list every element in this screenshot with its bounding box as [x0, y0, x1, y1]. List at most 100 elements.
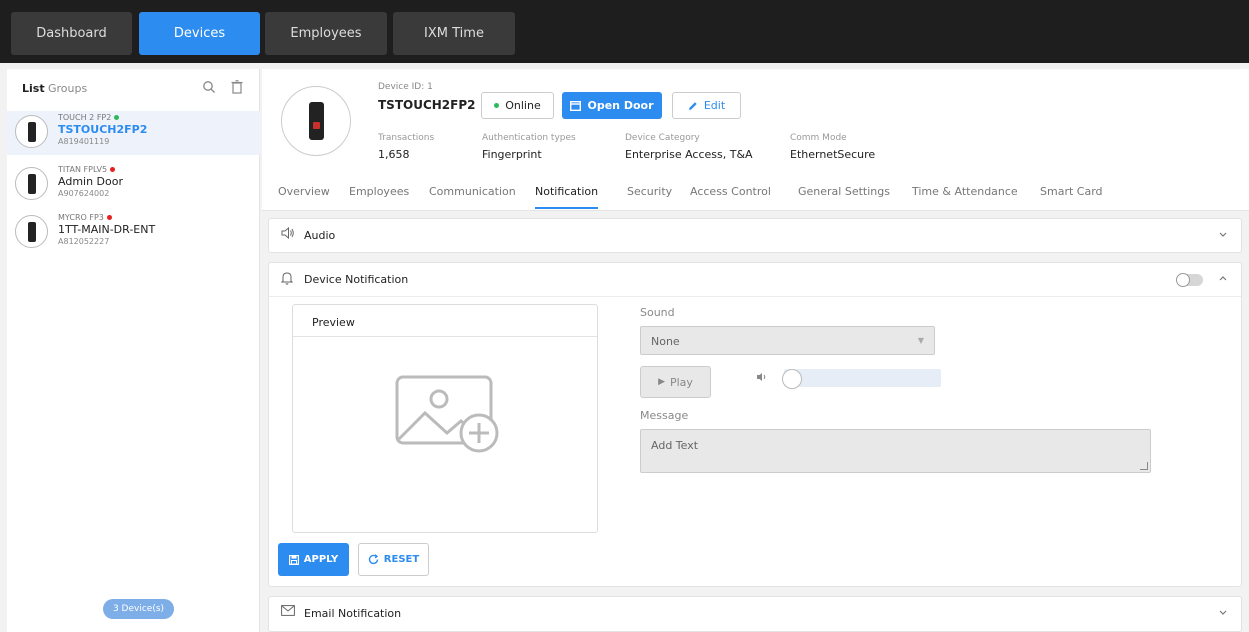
email-notification-panel: Email Notification	[268, 596, 1242, 632]
device-thumbnail	[15, 215, 48, 248]
device-category-value: Enterprise Access, T&A	[625, 148, 753, 161]
reset-button[interactable]: RESET	[358, 543, 429, 576]
device-notification-title: Device Notification	[304, 273, 409, 286]
nav-ixm-time[interactable]: IXM Time	[393, 12, 515, 55]
device-list-item[interactable]: MYCRO FP3 1TT-MAIN-DR-ENT A812052227	[7, 211, 260, 255]
message-placeholder: Add Text	[651, 439, 699, 452]
comm-mode-value: EthernetSecure	[790, 148, 876, 161]
device-category-label: Device Category	[625, 133, 700, 143]
device-image	[281, 86, 351, 156]
audio-panel-title: Audio	[304, 229, 336, 242]
auth-types-value: Fingerprint	[482, 148, 542, 161]
device-id-label: Device ID: 1	[378, 82, 433, 92]
message-label: Message	[640, 409, 689, 422]
volume-icon	[756, 372, 768, 385]
device-serial: A812052227	[58, 237, 110, 246]
device-count-badge: 3 Device(s)	[103, 599, 174, 619]
audio-panel: Audio	[268, 218, 1242, 253]
nav-devices[interactable]: Devices	[139, 12, 260, 55]
chevron-up-icon[interactable]	[1219, 273, 1227, 284]
tab-communication[interactable]: Communication	[429, 185, 516, 209]
apply-label: APPLY	[303, 554, 339, 565]
edit-button[interactable]: Edit	[672, 92, 741, 119]
device-name: TSTOUCH2FP2	[58, 123, 148, 136]
status-online-button[interactable]: Online	[481, 92, 554, 119]
status-online-dot	[114, 115, 120, 120]
email-notification-title: Email Notification	[304, 607, 402, 620]
open-door-label: Open Door	[587, 99, 654, 112]
device-name: Admin Door	[58, 175, 124, 188]
play-icon: ▶	[658, 377, 665, 387]
email-notification-header[interactable]: Email Notification	[269, 597, 1241, 631]
nav-dashboard[interactable]: Dashboard	[11, 12, 132, 55]
top-nav: Dashboard Devices Employees IXM Time	[0, 0, 1249, 63]
device-notification-header[interactable]: Device Notification	[269, 263, 1241, 297]
device-thumbnail	[15, 167, 48, 200]
play-button[interactable]: ▶ Play	[640, 366, 711, 398]
transactions-value: 1,658	[378, 148, 410, 161]
nav-employees[interactable]: Employees	[265, 12, 387, 55]
tab-smart-card[interactable]: Smart Card	[1040, 185, 1103, 209]
door-icon	[570, 100, 582, 111]
speaker-icon	[281, 226, 295, 242]
tab-notification[interactable]: Notification	[535, 185, 599, 209]
device-model: TOUCH 2 FP2	[58, 113, 112, 122]
device-list-panel: List Groups TOUCH 2 FP2 TSTOUCH2FP2 A819…	[7, 69, 260, 632]
status-online-label: Online	[505, 99, 541, 112]
device-model: MYCRO FP3	[58, 213, 104, 222]
device-name-title: TSTOUCH2FP2	[378, 98, 476, 112]
auth-types-label: Authentication types	[482, 133, 576, 143]
device-tabs: Overview Employees Communication Notific…	[262, 179, 1249, 211]
notification-toggle[interactable]	[1176, 273, 1203, 287]
trash-icon[interactable]	[231, 80, 243, 98]
sound-select[interactable]: None ▼	[640, 326, 935, 355]
device-details: Device ID: 1 TSTOUCH2FP2 Online Open Doo…	[262, 69, 1249, 211]
bell-icon	[280, 271, 294, 288]
tab-employees[interactable]: Employees	[349, 185, 409, 209]
sound-label: Sound	[640, 306, 675, 319]
status-offline-dot	[106, 215, 112, 220]
edit-label: Edit	[703, 99, 726, 112]
play-label: Play	[669, 375, 693, 389]
tab-security[interactable]: Security	[627, 185, 672, 209]
chevron-down-icon[interactable]	[1219, 607, 1227, 618]
tab-groups[interactable]: Groups	[48, 82, 87, 95]
search-icon[interactable]	[202, 80, 216, 98]
open-door-button[interactable]: Open Door	[562, 92, 662, 119]
preview-box: Preview	[292, 304, 598, 533]
device-list-item[interactable]: TITAN FPLV5 Admin Door A907624002	[7, 163, 260, 207]
apply-button[interactable]: APPLY	[278, 543, 349, 576]
audio-panel-header[interactable]: Audio	[269, 219, 1241, 253]
refresh-icon	[368, 554, 379, 565]
device-list-item[interactable]: TOUCH 2 FP2 TSTOUCH2FP2 A819401119	[7, 111, 260, 155]
chevron-down-icon[interactable]	[1219, 229, 1227, 240]
device-serial: A907624002	[58, 189, 110, 198]
status-online-dot	[494, 103, 500, 108]
save-icon	[288, 554, 299, 565]
preview-title: Preview	[312, 316, 355, 329]
device-model: TITAN FPLV5	[58, 165, 108, 174]
tab-list[interactable]: List	[22, 82, 45, 95]
comm-mode-label: Comm Mode	[790, 133, 847, 143]
volume-slider-handle[interactable]	[782, 369, 802, 389]
preview-header: Preview	[293, 305, 597, 337]
volume-slider[interactable]	[784, 369, 941, 387]
add-image-icon[interactable]	[395, 375, 501, 460]
device-name: 1TT-MAIN-DR-ENT	[58, 223, 156, 236]
tab-general-settings[interactable]: General Settings	[798, 185, 890, 209]
transactions-label: Transactions	[378, 133, 435, 143]
device-serial: A819401119	[58, 137, 110, 146]
caret-down-icon: ▼	[917, 336, 924, 345]
tab-access-control[interactable]: Access Control	[690, 185, 771, 209]
pencil-icon	[688, 101, 698, 111]
reset-label: RESET	[383, 554, 420, 565]
tab-overview[interactable]: Overview	[278, 185, 330, 209]
device-thumbnail	[15, 115, 48, 148]
device-list-header: List Groups	[7, 69, 260, 109]
resize-handle-icon[interactable]	[1140, 462, 1148, 470]
status-offline-dot	[110, 167, 116, 172]
message-textarea[interactable]: Add Text	[640, 429, 1151, 473]
tab-time-attendance[interactable]: Time & Attendance	[912, 185, 1018, 209]
envelope-icon	[281, 605, 295, 619]
sound-select-value: None	[651, 335, 680, 348]
